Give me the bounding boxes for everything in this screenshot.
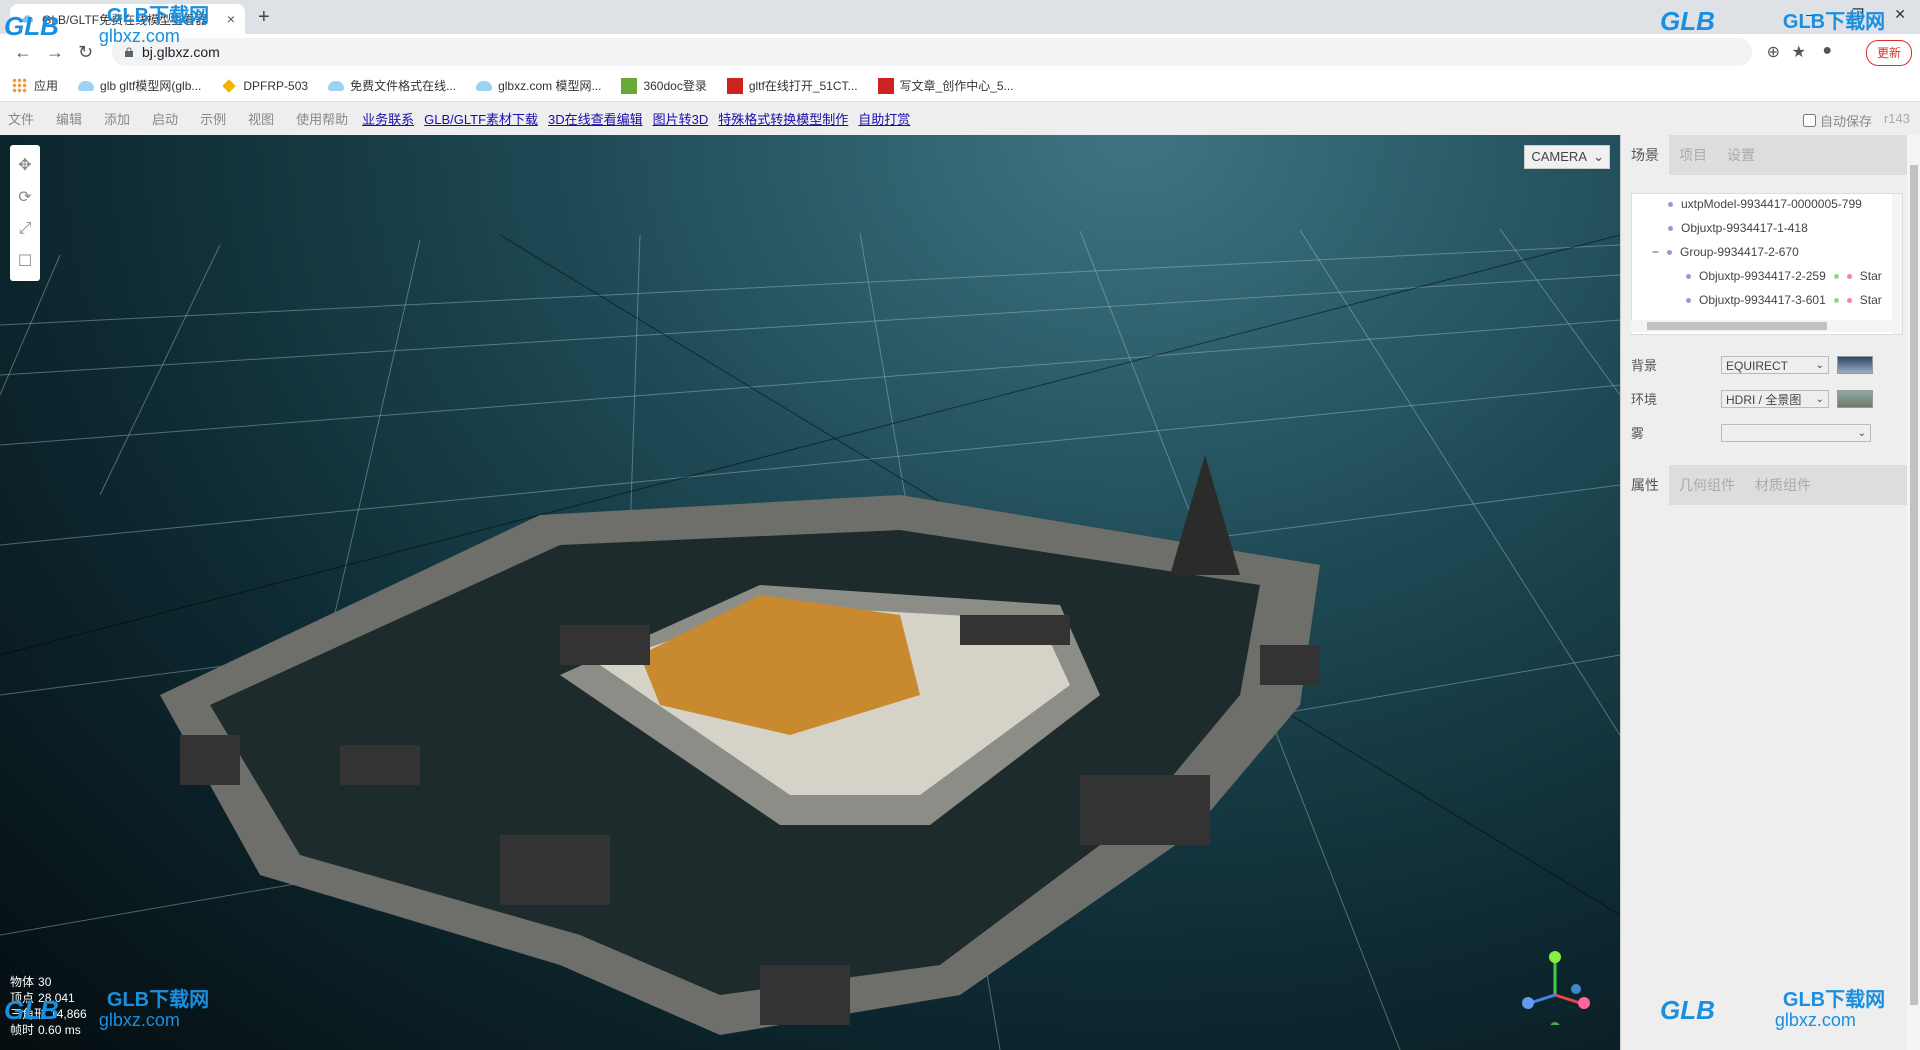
background-row: 背景 EQUIRECT ⌄ bbox=[1631, 355, 1873, 374]
51cto-icon bbox=[877, 77, 894, 94]
scene-outliner[interactable]: uxtpModel-9934417-0000005-799 Objuxtp-99… bbox=[1631, 193, 1903, 335]
cloud-icon bbox=[328, 80, 345, 91]
collapse-toggle[interactable]: − bbox=[1652, 245, 1659, 259]
bookmark-apps[interactable]: 应用 bbox=[12, 77, 58, 94]
autosave-checkbox[interactable] bbox=[1802, 114, 1816, 127]
doc-icon bbox=[621, 77, 638, 94]
menu-file[interactable]: 文件 bbox=[8, 109, 34, 128]
bookmark-star-icon[interactable]: ★ bbox=[1792, 42, 1806, 62]
menu-view[interactable]: 视图 bbox=[248, 109, 274, 128]
cloud-icon bbox=[78, 80, 95, 91]
menu-help[interactable]: 使用帮助 bbox=[296, 109, 348, 128]
outliner-hscroll[interactable] bbox=[1631, 320, 1901, 332]
link-glb-download[interactable]: GLB/GLTF素材下载 bbox=[424, 109, 538, 128]
menu-play[interactable]: 启动 bbox=[152, 109, 178, 128]
bookmark-dpfrp[interactable]: DPFRP-503 bbox=[221, 78, 308, 94]
tab-material[interactable]: 材质组件 bbox=[1745, 465, 1821, 505]
outliner-vscroll[interactable] bbox=[1892, 194, 1902, 334]
watermark-top-left: GLB GLB下载网 glbxz.com bbox=[4, 5, 210, 46]
autosave-toggle[interactable]: 自动保存 bbox=[1802, 111, 1872, 130]
bookmark-format-online[interactable]: 免费文件格式在线... bbox=[328, 77, 456, 94]
new-tab-icon[interactable]: + bbox=[258, 6, 270, 29]
link-business[interactable]: 业务联系 bbox=[362, 109, 414, 128]
chevron-down-icon: ⌄ bbox=[1815, 359, 1824, 371]
outliner-item[interactable]: Objuxtp-9934417-2-259 Star bbox=[1686, 266, 1882, 286]
revision-label: r143 bbox=[1883, 111, 1910, 126]
ground-grid bbox=[0, 228, 1620, 1050]
tab-settings[interactable]: 设置 bbox=[1717, 135, 1765, 175]
tab-geometry[interactable]: 几何组件 bbox=[1669, 465, 1745, 505]
fog-select[interactable]: ⌄ bbox=[1721, 423, 1871, 442]
bookmark-glbxz[interactable]: glbxz.com 模型网... bbox=[476, 77, 601, 94]
camera-select[interactable]: CAMERA ⌄ bbox=[1524, 145, 1610, 169]
sidebar-tabs: 场景 项目 设置 bbox=[1621, 135, 1920, 175]
menu-examples[interactable]: 示例 bbox=[200, 109, 226, 128]
sidebar-vscroll[interactable] bbox=[1907, 135, 1920, 1050]
axis-gizmo[interactable] bbox=[1520, 945, 1600, 1025]
link-format-convert[interactable]: 特殊格式转换模型制作 bbox=[718, 109, 848, 128]
lock-icon bbox=[125, 47, 133, 57]
menu-edit[interactable]: 编辑 bbox=[56, 109, 82, 128]
outliner-item[interactable]: Objuxtp-9934417-3-601 Star bbox=[1686, 290, 1882, 310]
bookmarks-bar: 应用 glb gltf模型网(glb... DPFRP-503 免费文件格式在线… bbox=[0, 70, 1920, 102]
tab-scene[interactable]: 场景 bbox=[1621, 135, 1669, 175]
url-field[interactable]: bj.glbxz.com bbox=[112, 38, 1752, 66]
cloud-icon bbox=[476, 80, 493, 91]
rotate-icon[interactable]: ⟳ bbox=[14, 186, 36, 208]
bookmark-360doc[interactable]: 360doc登录 bbox=[621, 77, 707, 94]
outliner-item[interactable]: uxtpModel-9934417-0000005-799 bbox=[1668, 194, 1862, 214]
update-button[interactable]: 更新 bbox=[1865, 40, 1912, 66]
palace-model[interactable] bbox=[160, 455, 1320, 1035]
close-window-icon[interactable]: ✕ bbox=[1894, 6, 1906, 23]
profile-icon[interactable]: ● bbox=[1822, 42, 1832, 60]
outliner-item[interactable]: Objuxtp-9934417-1-418 bbox=[1668, 218, 1808, 238]
3d-viewport[interactable]: ✥ ⟳ ⤢ ☐ CAMERA ⌄ 物体 30 顶点 28,041 三角形 14,866… bbox=[0, 135, 1620, 1050]
bookmark-51cto-write[interactable]: 写文章_创作中心_5... bbox=[877, 77, 1014, 94]
menu-add[interactable]: 添加 bbox=[104, 109, 130, 128]
transform-toolbar: ✥ ⟳ ⤢ ☐ bbox=[10, 145, 40, 281]
bookmark-51cto-gltf[interactable]: gltf在线打开_51CT... bbox=[726, 77, 858, 94]
diamond-icon bbox=[222, 78, 237, 93]
background-texture[interactable] bbox=[1837, 355, 1873, 374]
close-tab-icon[interactable]: × bbox=[227, 11, 235, 27]
chevron-down-icon: ⌄ bbox=[1593, 149, 1604, 164]
link-donate[interactable]: 自助打赏 bbox=[858, 109, 910, 128]
environment-row: 环境 HDRI / 全景图 ⌄ bbox=[1631, 389, 1873, 408]
fog-row: 雾 ⌄ bbox=[1631, 423, 1871, 442]
browser-tab-bar: GLB/GLTF免费在线模型查看器 × + — ❐ ✕ bbox=[0, 0, 1920, 34]
environment-select[interactable]: HDRI / 全景图 ⌄ bbox=[1721, 389, 1829, 408]
install-icon[interactable]: ⊕ bbox=[1767, 42, 1780, 62]
properties-tabs: 属性 几何组件 材质组件 bbox=[1621, 465, 1920, 505]
chevron-down-icon: ⌄ bbox=[1815, 393, 1824, 405]
environment-texture[interactable] bbox=[1837, 389, 1873, 408]
background-select[interactable]: EQUIRECT ⌄ bbox=[1721, 355, 1829, 374]
apps-grid-icon bbox=[12, 77, 28, 94]
local-checkbox[interactable]: ☐ bbox=[14, 250, 36, 272]
editor-menubar: 文件 编辑 添加 启动 示例 视图 使用帮助 业务联系 GLB/GLTF素材下载… bbox=[0, 102, 1920, 136]
link-image-to-3d[interactable]: 图片转3D bbox=[653, 109, 709, 128]
tab-project[interactable]: 项目 bbox=[1669, 135, 1717, 175]
link-3d-online[interactable]: 3D在线查看编辑 bbox=[548, 109, 643, 128]
watermark-bottom-right: GLB GLB下载网 glbxz.com bbox=[1660, 989, 1886, 1030]
sidebar: 场景 项目 设置 uxtpModel-9934417-0000005-799 O… bbox=[1620, 135, 1920, 1050]
watermark-bottom-left: GLB GLB下载网 glbxz.com bbox=[4, 989, 210, 1030]
tab-properties[interactable]: 属性 bbox=[1621, 465, 1669, 505]
bookmark-glb-gltf[interactable]: glb gltf模型网(glb... bbox=[78, 77, 201, 94]
outliner-item[interactable]: − Group-9934417-2-670 bbox=[1652, 242, 1799, 262]
watermark-top-right: GLB GLB下载网 bbox=[1660, 6, 1886, 36]
chevron-down-icon: ⌄ bbox=[1857, 427, 1866, 439]
translate-icon[interactable]: ✥ bbox=[14, 154, 36, 176]
51cto-icon bbox=[726, 77, 743, 94]
address-bar-row: ← → ↻ bj.glbxz.com ⊕ ★ ● 更新 bbox=[0, 34, 1920, 70]
scale-icon[interactable]: ⤢ bbox=[14, 218, 36, 240]
